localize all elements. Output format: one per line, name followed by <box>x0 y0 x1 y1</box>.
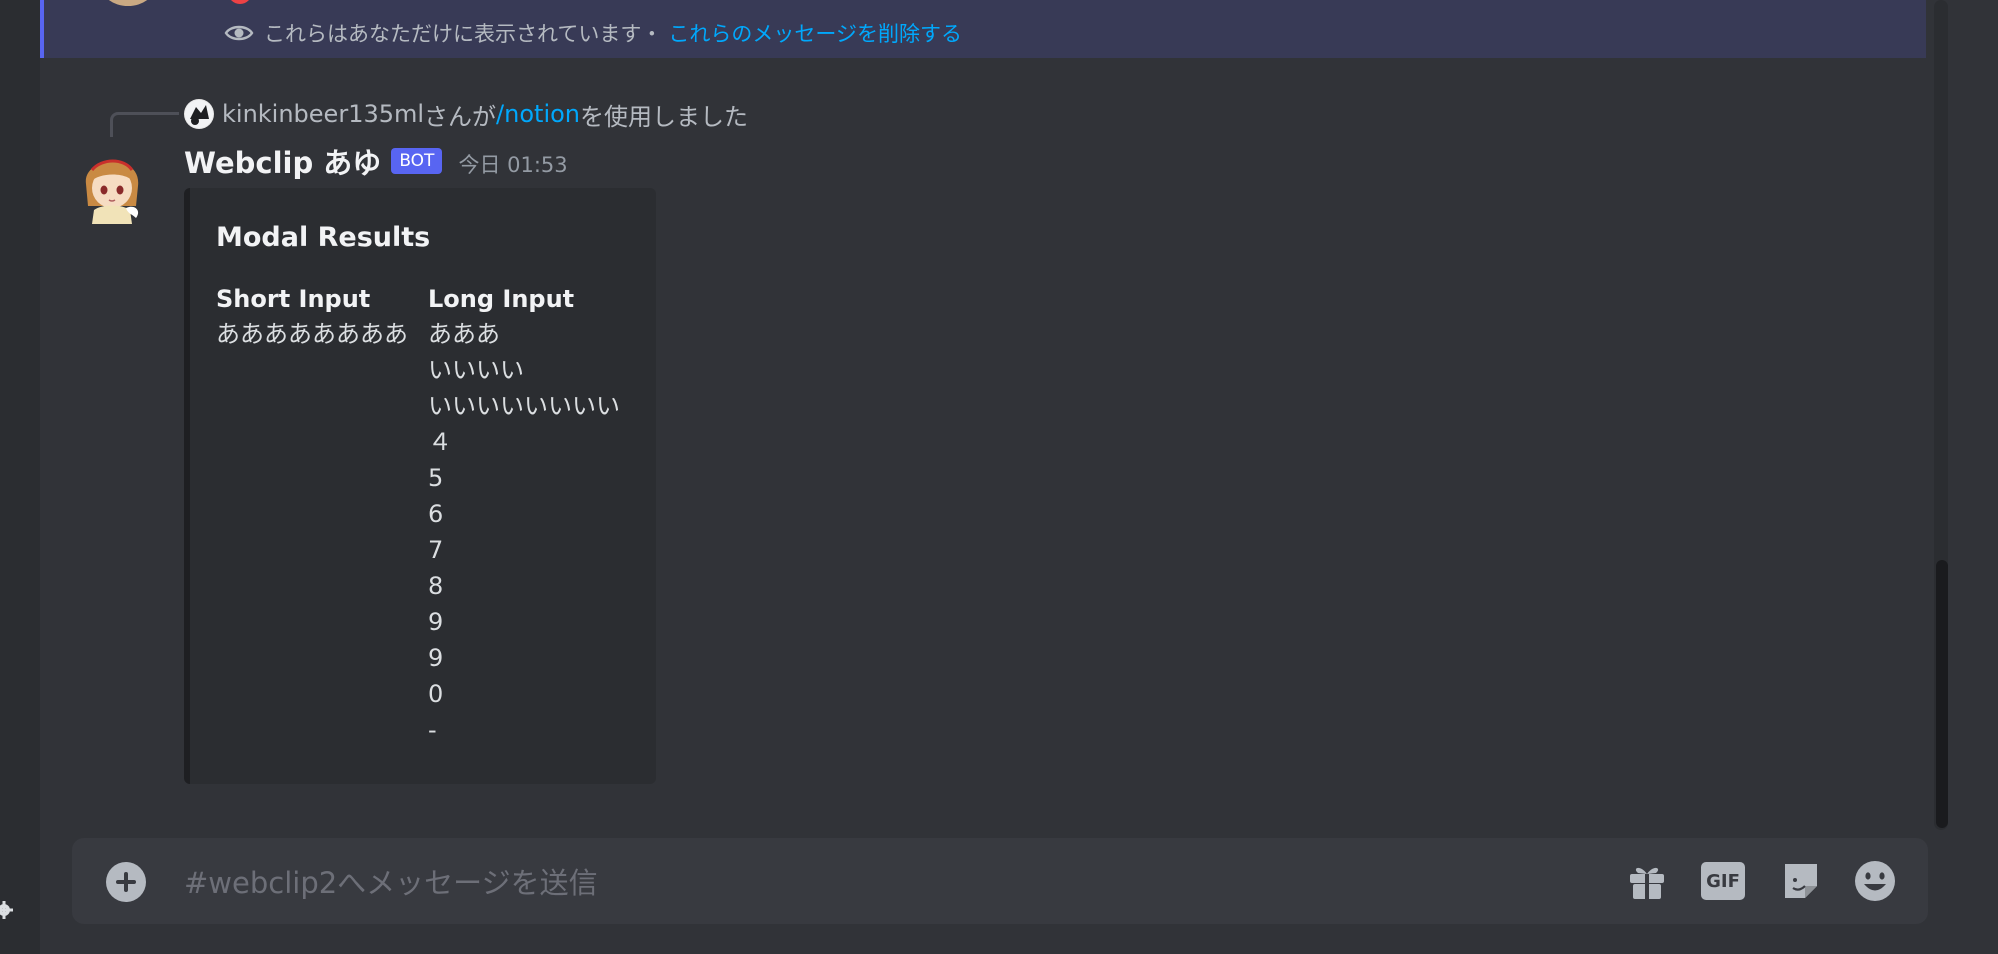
reply-suffix: を使用しました <box>580 102 748 131</box>
sticker-icon <box>1785 864 1817 898</box>
bot-tag: BOT <box>391 148 443 174</box>
plus-circle-icon <box>116 872 136 892</box>
embed-field-name: Long Input <box>428 285 575 313</box>
embed-field-long-input: Long Input あああ いいいい いいいいいいいい ４ 5 6 7 8 9… <box>428 282 620 748</box>
embed-title: Modal Results <box>216 222 431 253</box>
embed-field-value: あああ いいいい いいいいいいいい ４ 5 6 7 8 9 9 0 - <box>428 320 620 744</box>
dismiss-messages-link[interactable]: これらのメッセージを削除する <box>668 18 962 48</box>
reply-connector: さんが <box>424 102 497 131</box>
message-input[interactable]: #webclip2へメッセージを送信 <box>184 860 598 902</box>
highlight-bar <box>40 0 44 58</box>
ephemeral-notice-text: これらはあなただけに表示されています・ <box>264 22 663 46</box>
emoji-button[interactable] <box>1852 858 1898 904</box>
embed-field-short-input: Short Input ああああああああ <box>216 282 408 352</box>
avatar[interactable] <box>100 0 156 6</box>
ephemeral-message: これらはあなただけに表示されています・ これらのメッセージを削除する <box>40 0 1926 58</box>
reply-context: kinkinbeer135ml さんが /notion を使用しました <box>184 96 748 132</box>
reply-user-avatar[interactable] <box>184 99 214 129</box>
eye-icon <box>224 25 254 41</box>
embed-field-name: Short Input <box>216 285 371 313</box>
embed-card: Modal Results Short Input ああああああああ Long … <box>184 188 656 784</box>
sticker-button[interactable] <box>1778 858 1824 904</box>
message-composer[interactable]: #webclip2へメッセージを送信 GIF <box>72 838 1928 924</box>
left-sidebar-edge <box>0 0 40 954</box>
ephemeral-notice: これらはあなただけに表示されています・ これらのメッセージを削除する <box>224 18 962 48</box>
message-header: Webclip あゆ BOT 今日 01:53 <box>184 140 568 182</box>
gift-icon <box>1630 867 1664 899</box>
gif-label: GIF <box>1706 870 1740 892</box>
message-timestamp[interactable]: 今日 01:53 <box>458 149 567 179</box>
reply-username[interactable]: kinkinbeer135ml <box>222 100 424 128</box>
gif-button[interactable]: GIF <box>1700 858 1746 904</box>
bot-username[interactable]: Webclip あゆ <box>184 140 381 182</box>
embed-field-value: ああああああああ <box>216 320 408 348</box>
gear-icon[interactable] <box>0 900 14 920</box>
emoji-icon <box>1855 861 1895 901</box>
scrollbar-thumb[interactable] <box>1936 560 1948 828</box>
status-badge <box>228 0 252 4</box>
reply-spine <box>110 112 179 137</box>
gift-button[interactable] <box>1624 858 1670 904</box>
slash-command-link[interactable]: /notion <box>496 100 580 128</box>
upload-button[interactable] <box>106 862 146 902</box>
bot-avatar[interactable] <box>76 144 148 224</box>
